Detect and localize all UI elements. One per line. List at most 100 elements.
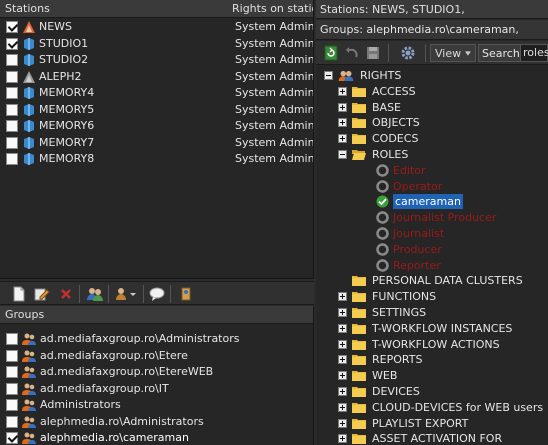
folder-icon bbox=[352, 433, 366, 445]
delete-icon[interactable] bbox=[57, 285, 75, 303]
station-row[interactable]: MEMORY7 System Admin bbox=[0, 135, 313, 152]
station-checkbox[interactable] bbox=[6, 103, 18, 116]
view-label: View bbox=[435, 46, 462, 60]
view-dropdown-button[interactable]: View bbox=[430, 44, 476, 62]
expand-icon[interactable] bbox=[338, 402, 347, 412]
role-unchecked-icon[interactable] bbox=[376, 258, 389, 272]
expand-icon[interactable] bbox=[338, 339, 347, 349]
user-dropdown-icon[interactable] bbox=[114, 285, 138, 303]
expand-icon[interactable] bbox=[338, 308, 347, 317]
station-checkbox[interactable] bbox=[6, 153, 18, 165]
station-checkbox[interactable] bbox=[6, 120, 18, 132]
role-unchecked-icon[interactable] bbox=[376, 179, 389, 193]
collapse-icon[interactable] bbox=[338, 150, 347, 159]
station-row[interactable]: NEWS System Admin bbox=[0, 19, 314, 36]
expand-icon[interactable] bbox=[338, 86, 347, 96]
station-name: ALEPH2 bbox=[39, 69, 82, 83]
group-row[interactable]: ad.mediafaxgroup.ro\IT bbox=[0, 381, 312, 398]
expand-icon[interactable] bbox=[338, 418, 347, 428]
folder-icon bbox=[352, 291, 366, 303]
role-unchecked-icon[interactable] bbox=[376, 164, 389, 177]
role-checked-icon[interactable] bbox=[376, 195, 389, 208]
station-rights: System Admin bbox=[235, 53, 314, 66]
expand-icon[interactable] bbox=[338, 292, 347, 302]
station-checkbox[interactable] bbox=[6, 54, 18, 66]
station-checkbox[interactable] bbox=[6, 37, 18, 50]
expand-icon[interactable] bbox=[338, 387, 347, 396]
station-row[interactable]: MEMORY5 System Admin bbox=[0, 102, 313, 119]
export-icon[interactable] bbox=[177, 285, 195, 303]
refresh-icon[interactable] bbox=[322, 44, 340, 62]
station-row[interactable]: MEMORY6 System Admin bbox=[0, 118, 314, 135]
group-checkbox[interactable] bbox=[6, 415, 18, 428]
station-row[interactable]: MEMORY8 System Admin bbox=[0, 151, 313, 168]
folder-icon bbox=[352, 339, 366, 350]
group-checkbox[interactable] bbox=[6, 399, 18, 411]
station-checkbox[interactable] bbox=[6, 21, 18, 33]
users-group-icon bbox=[338, 70, 354, 81]
group-checkbox[interactable] bbox=[6, 382, 18, 395]
role-unchecked-icon[interactable] bbox=[376, 227, 389, 240]
group-row[interactable]: ad.mediafaxgroup.ro\EtereWEB bbox=[0, 364, 312, 381]
group-name: ad.mediafaxgroup.ro\EtereWEB bbox=[40, 365, 214, 378]
undo-icon[interactable] bbox=[343, 44, 361, 62]
folder-icon bbox=[352, 386, 366, 397]
tree-node-label: T-WORKFLOW INSTANCES bbox=[372, 321, 513, 335]
expand-icon[interactable] bbox=[338, 134, 347, 144]
group-row[interactable]: ad.mediafaxgroup.ro\Administrators bbox=[0, 331, 312, 348]
search-label: Search bbox=[478, 44, 524, 62]
chevron-down-icon bbox=[465, 50, 471, 56]
folder-icon bbox=[352, 275, 366, 287]
station-row[interactable]: MEMORY4 System Admin bbox=[0, 85, 313, 102]
new-icon[interactable] bbox=[10, 285, 28, 303]
search-input[interactable]: roles bbox=[520, 44, 548, 62]
gear-icon[interactable] bbox=[398, 44, 418, 62]
rights-toolbar: View Search roles bbox=[316, 41, 548, 65]
stations-header: Stations Rights on station bbox=[0, 0, 313, 18]
station-checkbox[interactable] bbox=[6, 87, 18, 99]
user-group-icon bbox=[22, 383, 36, 395]
folder-icon bbox=[352, 117, 366, 129]
station-rights: System Admin bbox=[235, 20, 314, 33]
expand-icon[interactable] bbox=[338, 434, 347, 444]
stations-panel: Stations Rights on station NEWS System Ad… bbox=[0, 0, 314, 279]
expand-icon[interactable] bbox=[338, 102, 347, 112]
edit-icon[interactable] bbox=[33, 285, 51, 303]
group-checkbox[interactable] bbox=[6, 349, 18, 362]
station-checkbox[interactable] bbox=[6, 136, 18, 149]
station-checkbox[interactable] bbox=[6, 70, 18, 83]
station-icon bbox=[23, 54, 35, 66]
station-icon bbox=[23, 87, 35, 99]
group-checkbox[interactable] bbox=[6, 366, 18, 378]
station-row[interactable]: ALEPH2 System Admin bbox=[0, 69, 313, 86]
save-icon[interactable] bbox=[364, 44, 382, 62]
users-icon[interactable] bbox=[86, 285, 104, 303]
group-checkbox[interactable] bbox=[6, 432, 18, 444]
group-checkbox[interactable] bbox=[6, 333, 18, 345]
station-name: MEMORY7 bbox=[39, 135, 95, 149]
station-row[interactable]: STUDIO2 System Admin bbox=[0, 52, 314, 69]
role-label: Operator bbox=[393, 179, 443, 193]
group-row[interactable]: alephmedia.ro\Administrators bbox=[0, 414, 312, 431]
rights-on-station-header: Rights on station bbox=[232, 2, 313, 15]
tree-node-label: ROLES bbox=[372, 148, 409, 161]
role-label: Reporter bbox=[393, 258, 441, 272]
role-unchecked-icon[interactable] bbox=[376, 211, 389, 224]
tree-node-label: PERSONAL DATA CLUSTERS bbox=[372, 274, 523, 288]
tree-node-label: ACCESS bbox=[372, 84, 416, 98]
station-name: STUDIO2 bbox=[39, 53, 89, 66]
chat-icon[interactable] bbox=[148, 285, 166, 303]
station-rights: System Admin bbox=[235, 119, 314, 132]
collapse-icon[interactable] bbox=[324, 71, 333, 80]
role-label: Editor bbox=[393, 163, 426, 177]
role-unchecked-icon[interactable] bbox=[376, 243, 389, 256]
station-row[interactable]: STUDIO1 System Admin bbox=[0, 36, 313, 53]
expand-icon[interactable] bbox=[338, 118, 347, 128]
group-row[interactable]: alephmedia.ro\cameraman bbox=[0, 430, 312, 445]
group-row[interactable]: ad.mediafaxgroup.ro\Etere bbox=[0, 348, 312, 365]
expand-icon[interactable] bbox=[338, 355, 347, 365]
station-name: MEMORY5 bbox=[39, 102, 95, 116]
expand-icon[interactable] bbox=[338, 323, 347, 333]
group-row[interactable]: Administrators bbox=[0, 397, 312, 414]
expand-icon[interactable] bbox=[338, 371, 347, 381]
